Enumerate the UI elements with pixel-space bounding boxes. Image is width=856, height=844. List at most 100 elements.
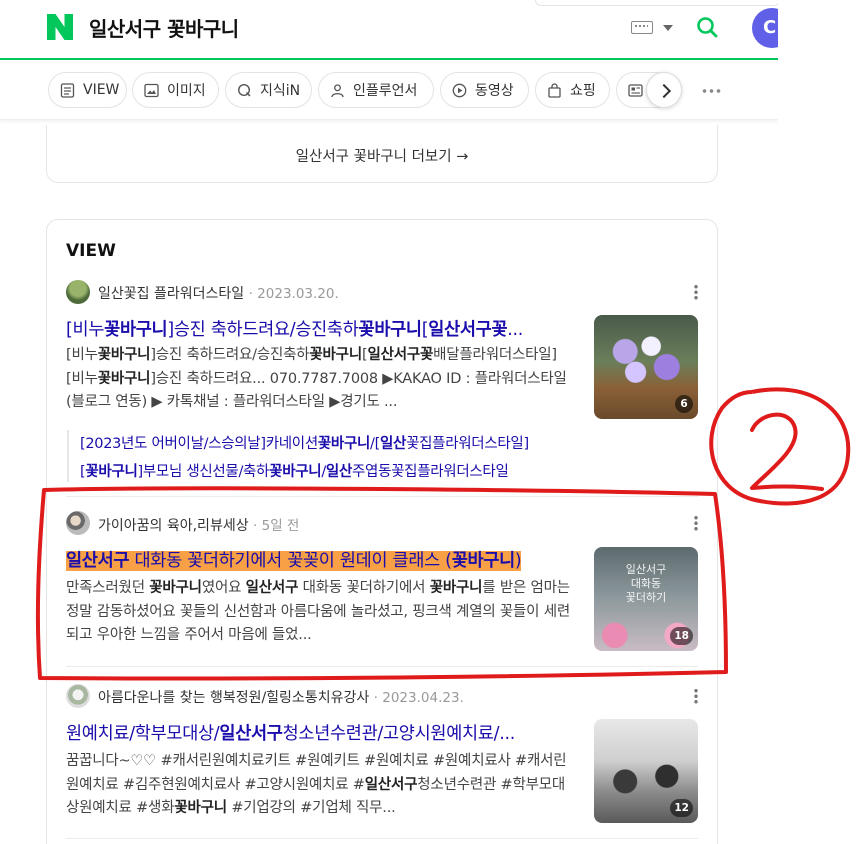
post-date: · 2023.04.23. (373, 690, 464, 706)
q-icon (237, 83, 251, 97)
desc-part: [비누 (66, 347, 98, 363)
post-author[interactable]: 일산꽃집 플라워더스타일 · 2023.03.20. (98, 283, 339, 303)
title-keyword: 일산서구꽃 (428, 320, 508, 340)
author-avatar[interactable] (66, 280, 90, 304)
desc-part: 만족스러웠던 (66, 580, 150, 596)
tab-influencer[interactable]: 인플루언서 (318, 72, 434, 108)
tab-image[interactable]: 이미지 (132, 72, 219, 108)
naver-logo[interactable] (47, 14, 73, 40)
author-avatar[interactable] (66, 511, 90, 535)
search-header: 일산서구 꽃바구니 C (0, 0, 792, 60)
sublink-divider (67, 430, 69, 482)
link-part: 주엽동꽃집플라워더스타일 (352, 464, 509, 480)
news-icon (628, 83, 643, 97)
more-options-icon[interactable] (701, 89, 721, 93)
title-part: 대화동 꽃더하기에서 꽃꽂이 원데이 클래스 ( (129, 551, 452, 571)
tab-label: 동영상 (475, 83, 514, 99)
tab-label: VIEW (83, 82, 120, 98)
post-title[interactable]: 일산서구 대화동 꽃더하기에서 꽃꽂이 원데이 클래스 (꽃바구니) (66, 547, 572, 572)
author-avatar[interactable] (66, 684, 90, 708)
link-keyword: 꽃바구니 (269, 464, 322, 480)
desc-part: 대화동 꽃더하기에서 (298, 580, 430, 596)
document-icon (60, 82, 75, 98)
post-title[interactable]: [비누꽃바구니]승진 축하드려요/승진축하꽃바구니[일산서구꽃... (66, 316, 572, 341)
link-part: ]부모님 생신선물/축하 (137, 464, 270, 480)
link-keyword: 꽃바구니 (317, 436, 371, 452)
image-count-badge: 18 (670, 627, 693, 645)
title-part: ... (507, 320, 524, 340)
more-results-link[interactable]: 일산서구 꽃바구니 더보기 → (47, 145, 717, 166)
kebab-menu-icon[interactable] (694, 515, 698, 531)
tabs-next-button[interactable] (646, 72, 682, 108)
post-divider (66, 666, 698, 667)
link-keyword: 꽃바구니 (85, 464, 138, 480)
tab-view[interactable]: VIEW (48, 72, 127, 108)
desc-part: #기업강의 #기업체 직무... (226, 800, 396, 816)
chevron-down-icon[interactable] (663, 25, 673, 31)
desc-keyword: 꽃바구니 (309, 347, 362, 363)
title-keyword: 일산서구 (219, 724, 283, 744)
desc-keyword: 꽃바구니 (97, 370, 151, 387)
post-thumbnail[interactable]: 6 (594, 315, 698, 419)
post-author[interactable]: 아름다운나를 찾는 행복정원/힐링소통치유강사 · 2023.04.23. (98, 687, 464, 707)
title-keyword: 꽃바구니 (451, 551, 516, 571)
kebab-menu-icon[interactable] (694, 284, 698, 300)
desc-part: ]승진 축하드려요/승진축하 (150, 347, 310, 363)
tab-label: 이미지 (167, 83, 206, 99)
desc-keyword: 일산서구꽃 (367, 347, 434, 363)
search-query[interactable]: 일산서구 꽃바구니 (89, 13, 239, 42)
tab-kin[interactable]: 지식iN (225, 72, 312, 108)
title-keyword: 꽃바구니 (358, 320, 423, 340)
image-count-badge: 6 (675, 395, 693, 413)
link-part: [2023년도 어버이날/스승의날]카네이션 (80, 436, 318, 452)
link-part: /[ (370, 436, 380, 452)
title-part: ) (514, 551, 522, 571)
more-results-box: 일산서구 꽃바구니 더보기 → (46, 125, 718, 183)
related-post-link[interactable]: [꽃바구니]부모님 생신선물/축하꽃바구니/일산주엽동꽃집플라워더스타일 (80, 460, 509, 481)
post-date: · 5일 전 (253, 518, 300, 534)
post-divider (66, 838, 698, 839)
title-keyword: 일산서구 (66, 551, 130, 571)
title-keyword: 꽃바구니 (104, 320, 168, 340)
post-description[interactable]: 만족스러웠던 꽃바구니였어요 일산서구 대화동 꽃더하기에서 꽃바구니를 받은 … (66, 577, 574, 649)
author-name: 가이아꿈의 육아,리뷰세상 (98, 518, 249, 534)
thumbnail-text: 일산서구 대화동 꽃더하기 (625, 563, 667, 604)
autocomplete-edge (535, 0, 780, 6)
bag-icon (548, 82, 561, 98)
desc-keyword: 일산서구 (245, 580, 299, 596)
post-thumbnail[interactable]: 일산서구 대화동 꽃더하기 18 (594, 547, 698, 651)
title-part: 원예치료/학부모대상/ (66, 724, 220, 744)
post-description[interactable]: [비누꽃바구니]승진 축하드려요/승진축하꽃바구니[일산서구꽃배달플라워더스타일… (66, 344, 574, 416)
tab-label: 인플루언서 (353, 83, 418, 99)
desc-keyword: 꽃바구니 (429, 580, 483, 596)
avatar-letter: C (763, 17, 777, 38)
image-count-badge: 12 (670, 799, 693, 817)
search-icon[interactable] (696, 16, 718, 38)
post-description[interactable]: 꿈꿉니다~♡♡ #캐서린원예치료키트 #원예키트 #원예치료 #원예치료사 #캐… (66, 750, 574, 822)
title-part: 청소년수련관/고양시원예치료/... (282, 724, 516, 744)
desc-keyword: 꽃바구니 (174, 800, 227, 816)
person-icon (331, 83, 344, 97)
post-title[interactable]: 원예치료/학부모대상/일산서구청소년수련관/고양시원예치료/... (66, 720, 572, 745)
tab-video[interactable]: 동영상 (440, 72, 529, 108)
page-right-margin (778, 0, 856, 844)
author-name: 일산꽃집 플라워더스타일 (98, 286, 245, 302)
section-title: VIEW (66, 241, 116, 261)
post-thumbnail[interactable]: 12 (594, 719, 698, 823)
link-part: 꽃집플라워더스타일] (406, 436, 529, 452)
post-author[interactable]: 가이아꿈의 육아,리뷰세상 · 5일 전 (98, 514, 299, 535)
related-post-link[interactable]: [2023년도 어버이날/스승의날]카네이션꽃바구니/[일산꽃집플라워더스타일] (80, 432, 529, 453)
keyboard-icon[interactable] (631, 21, 653, 34)
title-part: [비누 (66, 320, 105, 340)
desc-keyword: 꽃바구니 (149, 580, 202, 596)
tab-shopping[interactable]: 쇼핑 (535, 72, 610, 108)
desc-part: 였어요 (201, 580, 246, 596)
tab-label: 쇼핑 (570, 83, 596, 99)
image-icon (144, 83, 159, 97)
kebab-menu-icon[interactable] (694, 688, 698, 704)
author-name: 아름다운나를 찾는 행복정원/힐링소통치유강사 (98, 690, 370, 706)
tab-label: 지식iN (260, 83, 301, 99)
title-part: ]승진 축하드려요/승진축하 (167, 320, 359, 340)
post-divider (66, 496, 698, 497)
desc-keyword: 꽃바구니 (97, 347, 151, 363)
